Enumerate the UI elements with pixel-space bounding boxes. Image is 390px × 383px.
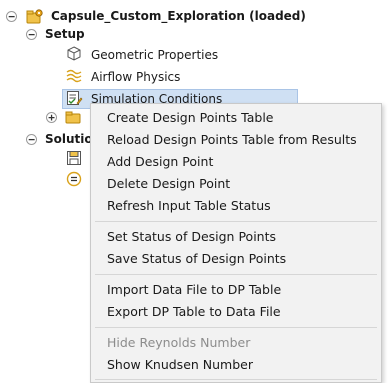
folder-gear-icon: [26, 8, 43, 24]
tree-solution-label[interactable]: Solutio: [45, 130, 93, 148]
menu-item-show-knudsen-number[interactable]: Show Knudsen Number: [107, 354, 253, 376]
tree-setup-label[interactable]: Setup: [45, 25, 85, 43]
menu-separator: [95, 327, 377, 328]
menu-item-save-status-of-design-points[interactable]: Save Status of Design Points: [107, 248, 286, 270]
tree-root-label[interactable]: Capsule_Custom_Exploration (loaded): [51, 7, 306, 25]
menu-item-reload-design-points-table[interactable]: Reload Design Points Table from Results: [107, 129, 357, 151]
save-icon: [66, 150, 82, 166]
checklist-edit-icon: [66, 90, 83, 106]
menu-item-hide-reynolds-number: Hide Reynolds Number: [107, 335, 251, 350]
equals-circle-icon: [66, 171, 82, 187]
menu-separator: [95, 379, 377, 380]
setup-collapse-toggle[interactable]: −: [26, 29, 37, 40]
menu-item-import-data-file[interactable]: Import Data File to DP Table: [107, 279, 281, 301]
menu-item-refresh-input-table-status[interactable]: Refresh Input Table Status: [107, 195, 271, 217]
menu-separator: [95, 221, 377, 222]
root-collapse-toggle[interactable]: −: [6, 11, 17, 22]
menu-item-create-design-points-table[interactable]: Create Design Points Table: [107, 107, 274, 129]
tree-item-airflow-physics[interactable]: Airflow Physics: [91, 68, 180, 86]
solution-collapse-toggle[interactable]: −: [26, 134, 37, 145]
expand-toggle[interactable]: +: [46, 112, 57, 123]
folder-icon: [65, 109, 81, 125]
cube-icon: [66, 46, 82, 62]
menu-separator: [95, 274, 377, 275]
menu-item-add-design-point[interactable]: Add Design Point: [107, 151, 213, 173]
tree-item-geometric-properties[interactable]: Geometric Properties: [91, 46, 218, 64]
airflow-waves-icon: [66, 68, 82, 84]
menu-item-export-dp-table[interactable]: Export DP Table to Data File: [107, 301, 281, 323]
menu-item-delete-design-point[interactable]: Delete Design Point: [107, 173, 230, 195]
context-menu: Create Design Points Table Reload Design…: [90, 103, 382, 383]
menu-item-set-status-of-design-points[interactable]: Set Status of Design Points: [107, 226, 276, 248]
